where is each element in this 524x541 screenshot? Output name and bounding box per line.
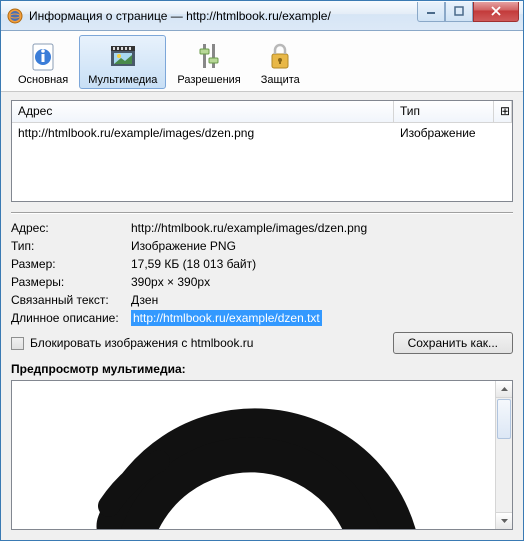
cell-type: Изображение	[394, 124, 512, 142]
tab-permissions[interactable]: Разрешения	[168, 35, 249, 89]
maximize-button[interactable]	[445, 2, 473, 22]
scroll-down-button[interactable]	[496, 512, 512, 529]
close-button[interactable]	[473, 2, 519, 22]
dimensions-value: 390px × 390px	[131, 274, 513, 290]
tab-security[interactable]: Защита	[252, 35, 309, 89]
scroll-thumb[interactable]	[497, 399, 511, 439]
info-icon	[27, 40, 59, 72]
alt-text-value: Дзен	[131, 292, 513, 308]
dimensions-label: Размеры:	[11, 274, 131, 290]
separator	[11, 212, 513, 214]
window-title: Информация о странице — http://htmlbook.…	[29, 9, 417, 23]
type-label: Тип:	[11, 238, 131, 254]
address-label: Адрес:	[11, 220, 131, 236]
details-panel: Адрес: http://htmlbook.ru/example/images…	[11, 220, 513, 326]
content-area: Адрес Тип ⊞ http://htmlbook.ru/example/i…	[1, 92, 523, 540]
window-controls	[417, 2, 519, 22]
lock-icon	[264, 40, 296, 72]
permissions-icon	[193, 40, 225, 72]
block-images-label: Блокировать изображения с htmlbook.ru	[30, 336, 253, 350]
alt-text-label: Связанный текст:	[11, 292, 131, 308]
col-type[interactable]: Тип	[394, 101, 494, 122]
preview-scrollbar[interactable]	[495, 381, 512, 529]
scroll-up-button[interactable]	[496, 381, 512, 398]
options-row: Блокировать изображения с htmlbook.ru Со…	[11, 332, 513, 354]
type-value: Изображение PNG	[131, 238, 513, 254]
minimize-button[interactable]	[417, 2, 445, 22]
save-as-button[interactable]: Сохранить как...	[393, 332, 513, 354]
preview-label: Предпросмотр мультимедиа:	[11, 362, 513, 376]
preview-image	[12, 381, 495, 529]
address-value: http://htmlbook.ru/example/images/dzen.p…	[131, 220, 513, 236]
page-info-window: Информация о странице — http://htmlbook.…	[0, 0, 524, 541]
longdesc-value[interactable]: http://htmlbook.ru/example/dzen.txt	[131, 310, 322, 326]
block-images-checkbox[interactable]	[11, 337, 24, 350]
tab-main[interactable]: Основная	[9, 35, 77, 89]
tab-media[interactable]: Мультимедиа	[79, 35, 166, 89]
list-row[interactable]: http://htmlbook.ru/example/images/dzen.p…	[12, 123, 512, 143]
list-header: Адрес Тип ⊞	[12, 101, 512, 123]
app-icon	[7, 8, 23, 24]
col-config-icon[interactable]: ⊞	[494, 101, 512, 122]
size-label: Размер:	[11, 256, 131, 272]
cell-address: http://htmlbook.ru/example/images/dzen.p…	[12, 124, 394, 142]
media-icon	[107, 40, 139, 72]
media-list[interactable]: Адрес Тип ⊞ http://htmlbook.ru/example/i…	[11, 100, 513, 202]
col-address[interactable]: Адрес	[12, 101, 394, 122]
toolbar: Основная Мультимедиа Разрешения Защита	[1, 31, 523, 92]
size-value: 17,59 КБ (18 013 байт)	[131, 256, 513, 272]
longdesc-label: Длинное описание:	[11, 310, 131, 326]
titlebar[interactable]: Информация о странице — http://htmlbook.…	[1, 1, 523, 31]
preview-box	[11, 380, 513, 530]
